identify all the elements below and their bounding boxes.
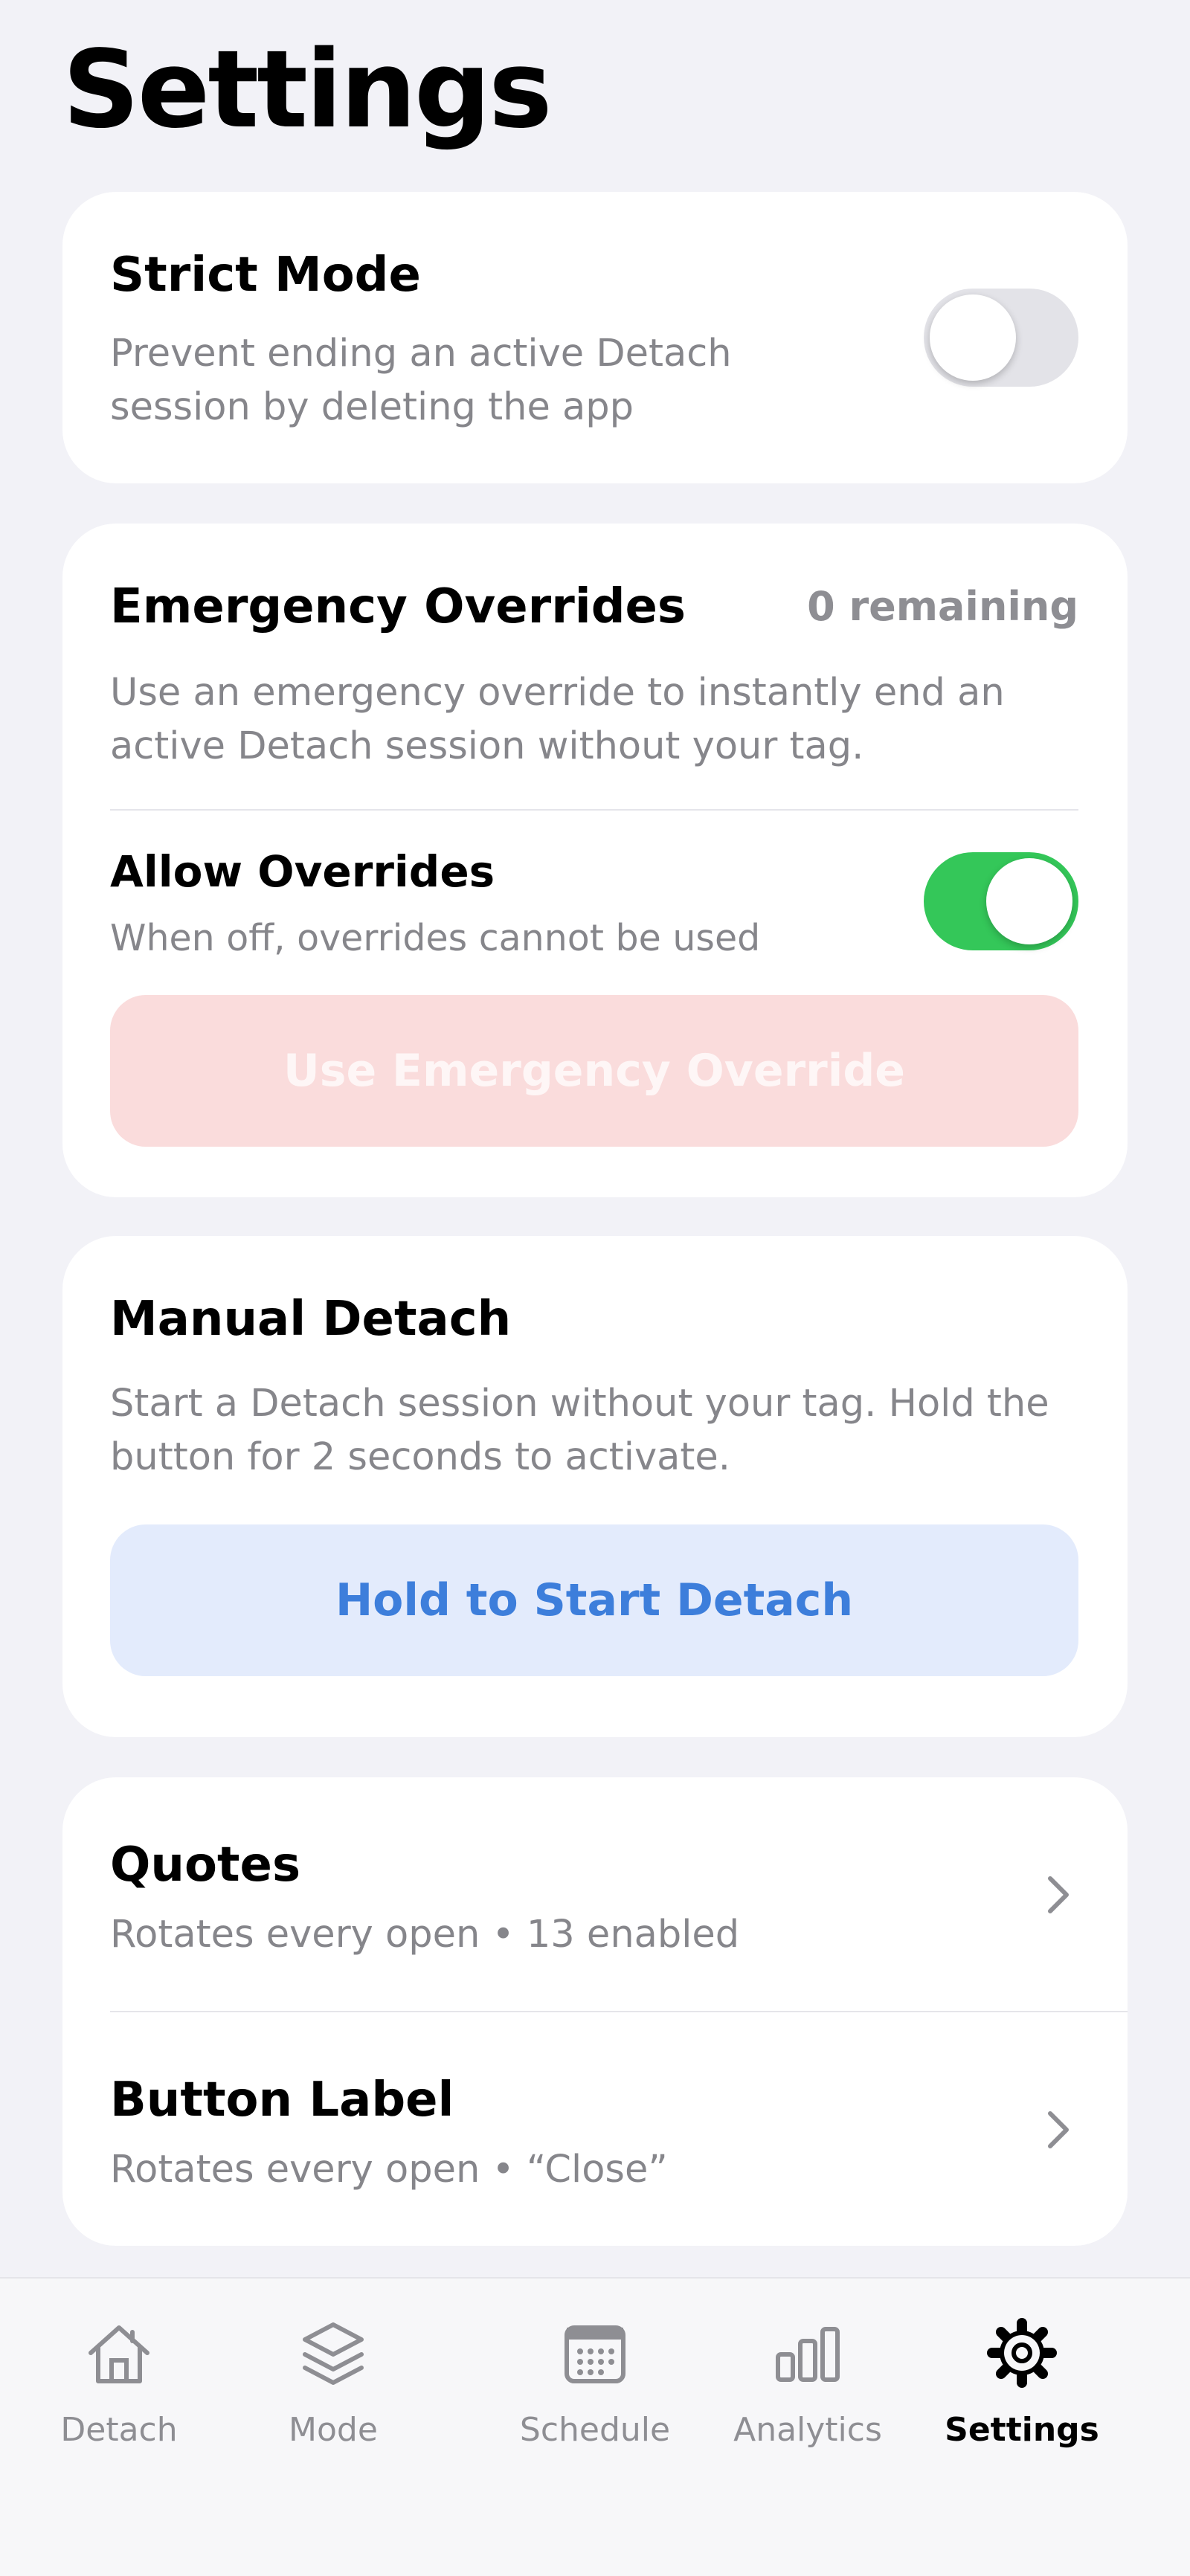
- emergency-description-line1: Use an emergency override to instantly e…: [110, 671, 1005, 715]
- strict-mode-card: Strict Mode Prevent ending an active Det…: [62, 192, 1128, 483]
- tab-mode[interactable]: Mode: [214, 2279, 452, 2502]
- emergency-overrides-title: Emergency Overrides: [110, 579, 686, 634]
- tab-settings[interactable]: Settings: [903, 2279, 1141, 2502]
- nav-row-title: Button Label: [110, 2073, 454, 2128]
- tab-label: Mode: [289, 2411, 378, 2449]
- tab-schedule[interactable]: Schedule: [476, 2279, 714, 2502]
- strict-mode-title: Strict Mode: [110, 248, 421, 303]
- manual-detach-description-line1: Start a Detach session without your tag.…: [110, 1382, 1049, 1426]
- page-title: Settings: [62, 27, 553, 152]
- manual-detach-description-line2: button for 2 seconds to activate.: [110, 1435, 730, 1479]
- use-emergency-override-button[interactable]: Use Emergency Override: [110, 995, 1078, 1147]
- nav-row-quotes[interactable]: Quotes Rotates every open • 13 enabled: [62, 1777, 1128, 2011]
- overrides-remaining-count: 0 remaining: [807, 583, 1078, 630]
- tab-label: Schedule: [519, 2411, 671, 2449]
- tab-label: Analytics: [733, 2411, 882, 2449]
- manual-detach-title: Manual Detach: [110, 1292, 512, 1347]
- strict-mode-toggle[interactable]: [924, 289, 1078, 387]
- emergency-description-line2: active Detach session without your tag.: [110, 724, 864, 768]
- manual-detach-card: Manual Detach Start a Detach session wit…: [62, 1236, 1128, 1737]
- gear-icon: [987, 2318, 1057, 2388]
- house-icon: [89, 2325, 149, 2383]
- layers-icon: [303, 2322, 364, 2385]
- emergency-overrides-card: Emergency Overrides 0 remaining Use an e…: [62, 524, 1128, 1197]
- toggle-knob: [930, 294, 1016, 381]
- tab-analytics[interactable]: Analytics: [689, 2279, 927, 2502]
- allow-overrides-title: Allow Overrides: [110, 846, 495, 897]
- hold-to-start-detach-button[interactable]: Hold to Start Detach: [110, 1524, 1078, 1676]
- allow-overrides-subtitle: When off, overrides cannot be used: [110, 917, 761, 959]
- navigation-card: Quotes Rotates every open • 13 enabled B…: [62, 1777, 1128, 2246]
- bar-chart-icon: [776, 2327, 840, 2382]
- nav-row-title: Quotes: [110, 1838, 301, 1893]
- allow-overrides-toggle[interactable]: [924, 852, 1078, 950]
- nav-row-subtitle: Rotates every open • “Close”: [110, 2148, 668, 2192]
- tab-detach[interactable]: Detach: [0, 2279, 238, 2502]
- tab-bar: Detach Mode Schedule Analytics Settings: [0, 2277, 1190, 2576]
- divider: [110, 809, 1078, 811]
- tab-label: Settings: [945, 2411, 1099, 2449]
- nav-row-button-label[interactable]: Button Label Rotates every open • “Close…: [62, 2012, 1128, 2246]
- chevron-right-icon: [1048, 2111, 1069, 2148]
- chevron-right-icon: [1048, 1876, 1069, 1913]
- calendar-icon: [565, 2325, 625, 2383]
- nav-row-subtitle: Rotates every open • 13 enabled: [110, 1913, 740, 1957]
- strict-mode-description-line2: session by deleting the app: [110, 385, 634, 429]
- tab-label: Detach: [60, 2411, 178, 2449]
- toggle-knob: [986, 858, 1072, 944]
- strict-mode-description-line1: Prevent ending an active Detach: [110, 332, 732, 376]
